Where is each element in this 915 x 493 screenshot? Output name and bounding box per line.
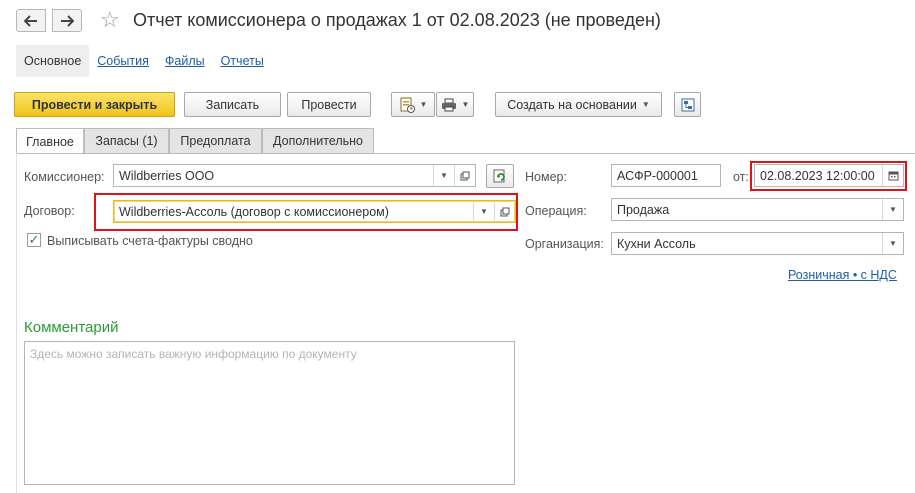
commissioner-action-button[interactable]	[486, 164, 514, 188]
post-button[interactable]: Провести	[287, 92, 371, 117]
operation-value: Продажа	[617, 202, 670, 217]
chevron-down-icon: ▼	[419, 100, 428, 109]
tab-reports[interactable]: Отчеты	[213, 45, 272, 77]
chevron-down-icon: ▼	[461, 100, 470, 109]
operation-label: Операция:	[525, 204, 587, 218]
report-menu-button[interactable]: ▼	[391, 92, 435, 117]
structure-icon	[681, 98, 694, 111]
tab-general[interactable]: Главное	[16, 128, 84, 155]
create-based-on-button[interactable]: Создать на основании ▼	[495, 92, 662, 117]
dropdown-arrow-icon[interactable]: ▼	[882, 233, 903, 254]
organization-label: Организация:	[525, 237, 604, 251]
document-title: Отчет комиссионера о продажах 1 от 02.08…	[133, 10, 661, 30]
invoice-summary-label: Выписывать счета-фактуры сводно	[47, 234, 253, 248]
tab-main[interactable]: Основное	[16, 45, 90, 77]
number-field[interactable]: АСФР-000001	[611, 164, 721, 187]
checkmark-icon: ✓	[28, 232, 40, 247]
open-record-icon[interactable]	[494, 201, 515, 222]
back-button[interactable]	[16, 9, 46, 32]
refresh-document-icon	[493, 169, 505, 183]
commissioner-value: Wildberries ООО	[119, 168, 215, 183]
open-record-icon[interactable]	[454, 165, 475, 186]
top-navigation: Основное События Файлы Отчеты	[16, 45, 272, 77]
tab-prepayment[interactable]: Предоплата	[169, 128, 262, 154]
tab-stock[interactable]: Запасы (1)	[84, 128, 169, 154]
date-label: от:	[733, 170, 749, 184]
comment-textarea[interactable]: Здесь можно записать важную информацию п…	[24, 341, 515, 485]
tab-additional[interactable]: Дополнительно	[262, 128, 374, 154]
commissioner-label: Комиссионер:	[24, 170, 105, 184]
dropdown-arrow-icon[interactable]: ▼	[473, 201, 494, 222]
tab-files[interactable]: Файлы	[157, 45, 213, 77]
number-label: Номер:	[525, 170, 567, 184]
save-button[interactable]: Записать	[184, 92, 281, 117]
date-field[interactable]: 02.08.2023 12:00:00	[754, 164, 904, 187]
contract-label: Договор:	[24, 204, 75, 218]
post-and-close-button[interactable]: Провести и закрыть	[14, 92, 175, 117]
favorite-star-icon[interactable]: ☆	[100, 9, 120, 31]
arrow-right-icon	[61, 14, 74, 27]
dropdown-arrow-icon[interactable]: ▼	[882, 199, 903, 220]
panel-left-border	[16, 153, 17, 493]
contract-value: Wildberries-Ассоль (договор с комиссионе…	[119, 204, 389, 219]
print-menu-button[interactable]: ▼	[436, 92, 474, 117]
commissioner-field[interactable]: Wildberries ООО ▼	[113, 164, 476, 187]
dropdown-arrow-icon[interactable]: ▼	[433, 165, 454, 186]
tax-system-link[interactable]: Розничная • с НДС	[788, 268, 897, 282]
contract-field[interactable]: Wildberries-Ассоль (договор с комиссионе…	[113, 200, 516, 223]
organization-value: Кухни Ассоль	[617, 236, 696, 251]
comment-placeholder: Здесь можно записать важную информацию п…	[30, 347, 357, 361]
calendar-icon[interactable]	[882, 165, 903, 186]
tab-panel-border	[16, 153, 915, 154]
create-based-on-label: Создать на основании	[507, 97, 637, 112]
printer-icon	[441, 98, 456, 111]
number-value: АСФР-000001	[617, 168, 698, 183]
chevron-down-icon: ▼	[641, 100, 650, 109]
organization-select[interactable]: Кухни Ассоль ▼	[611, 232, 904, 255]
comment-title: Комментарий	[24, 319, 119, 336]
date-value: 02.08.2023 12:00:00	[760, 168, 875, 183]
document-report-icon	[400, 97, 415, 113]
title-bar: ☆ Отчет комиссионера о продажах 1 от 02.…	[0, 0, 915, 42]
forward-button[interactable]	[52, 9, 82, 32]
structure-button[interactable]	[674, 92, 701, 117]
tab-events[interactable]: События	[89, 45, 157, 77]
arrow-left-icon	[24, 14, 37, 27]
operation-select[interactable]: Продажа ▼	[611, 198, 904, 221]
invoice-summary-checkbox[interactable]: ✓	[27, 233, 41, 247]
